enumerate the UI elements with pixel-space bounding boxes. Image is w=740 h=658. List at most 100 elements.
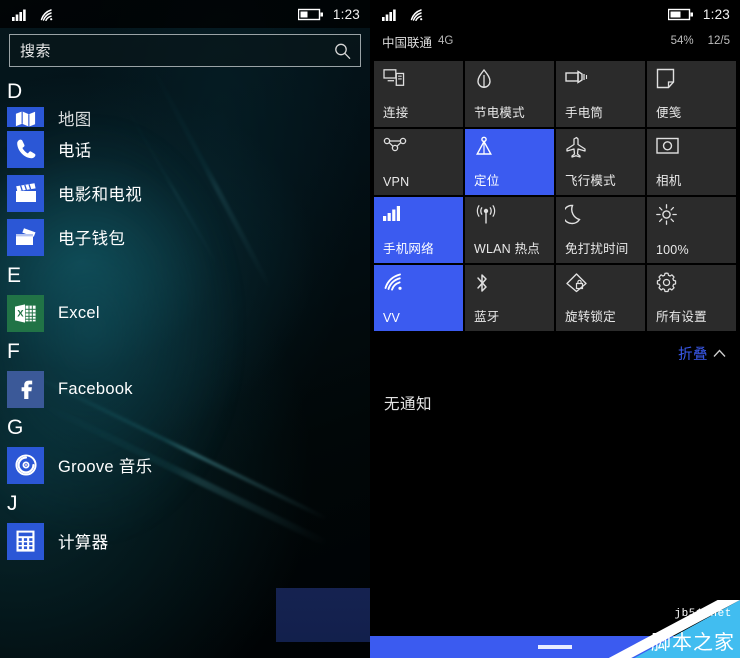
list-item[interactable]: Groove 音乐 [0, 443, 370, 487]
date-text: 12/5 [707, 35, 730, 47]
groove-music-icon [7, 446, 44, 484]
quick-action-wlan-hotspot[interactable]: WLAN 热点 [465, 197, 554, 263]
quick-action-all-settings[interactable]: 所有设置 [647, 265, 736, 331]
vpn-icon [383, 136, 455, 162]
group-letter-f[interactable]: F [0, 335, 370, 367]
excel-icon: X [7, 294, 44, 332]
list-item[interactable]: 计算器 [0, 519, 370, 563]
list-item-label: 电话 [58, 142, 92, 161]
list-item-label: 电子钱包 [58, 230, 126, 249]
chevron-up-icon [713, 349, 726, 358]
facebook-icon [7, 370, 44, 408]
search-placeholder-text: 搜索 [20, 43, 52, 60]
quick-action-label: 旋转锁定 [565, 310, 616, 324]
battery-icon [667, 8, 694, 21]
battery-icon [297, 8, 324, 21]
wallet-icon [7, 218, 44, 256]
list-item[interactable]: 电子钱包 [0, 215, 370, 259]
list-item[interactable]: 电影和电视 [0, 171, 370, 215]
status-bar-time: 1:23 [702, 6, 730, 22]
wifi-icon [409, 8, 426, 21]
cellular-signal-icon [382, 8, 400, 21]
movies-tv-icon [7, 174, 44, 212]
quick-action-note[interactable]: 便笺 [647, 61, 736, 127]
quick-action-label: 便笺 [656, 106, 682, 120]
quick-action-airplane-mode[interactable]: 飞行模式 [556, 129, 645, 195]
status-bar-time: 1:23 [332, 6, 360, 22]
search-icon[interactable] [334, 42, 351, 59]
location-icon [474, 136, 546, 162]
overlay-panel-fragment [276, 588, 370, 642]
collapse-button[interactable]: 折叠 [370, 331, 740, 370]
airplane-icon [565, 136, 637, 162]
quick-action-flashlight[interactable]: 手电筒 [556, 61, 645, 127]
quiet-hours-moon-icon [565, 204, 637, 230]
svg-text:X: X [17, 308, 24, 319]
group-letter-j[interactable]: J [0, 487, 370, 519]
flashlight-icon [565, 68, 637, 94]
quick-action-battery-saver[interactable]: 节电模式 [465, 61, 554, 127]
quick-action-label: 蓝牙 [474, 310, 500, 324]
quick-action-camera[interactable]: 相机 [647, 129, 736, 195]
list-item[interactable]: X Excel [0, 291, 370, 335]
list-item[interactable]: 电话 [0, 127, 370, 171]
collapse-label: 折叠 [678, 347, 708, 363]
app-list[interactable]: D 地图 电话 电影和电视 电子钱包 E X Excel F Facebook … [0, 75, 370, 563]
camera-icon [656, 136, 728, 162]
start-screen-app-list-panel: 1:23 搜索 D 地图 电话 电影和电视 电子钱包 E X Excel F F… [0, 0, 370, 658]
quick-action-wifi[interactable]: VV [374, 265, 463, 331]
quick-action-label: 连接 [383, 106, 409, 120]
notifications-area: 无通知 [370, 370, 740, 414]
group-letter-g[interactable]: G [0, 411, 370, 443]
quick-action-label: 手机网络 [383, 242, 434, 256]
carrier-name: 中国联通 [382, 35, 433, 50]
group-letter-e[interactable]: E [0, 259, 370, 291]
quick-action-label: 相机 [656, 174, 682, 188]
quick-action-label: 免打扰时间 [565, 242, 629, 256]
list-item-label: 计算器 [58, 534, 109, 553]
bluetooth-icon [474, 272, 546, 298]
hotspot-icon [474, 204, 546, 230]
quick-action-quiet-hours[interactable]: 免打扰时间 [556, 197, 645, 263]
list-item-label: Facebook [58, 379, 133, 398]
phone-screenshot-composite: 1:23 搜索 D 地图 电话 电影和电视 电子钱包 E X Excel F F… [0, 0, 740, 658]
nav-handle-icon[interactable] [538, 645, 572, 649]
no-notifications-text: 无通知 [384, 396, 433, 413]
quick-action-label: 节电模式 [474, 106, 525, 120]
cellular-signal-icon [12, 8, 30, 21]
note-icon [656, 68, 728, 94]
quick-action-label: 定位 [474, 174, 500, 188]
quick-actions-grid: 连接 节电模式 手电筒 便笺 VPN 定位 飞行模式 相机 手机网络 WLAN … [370, 54, 740, 331]
quick-action-rotation-lock[interactable]: 旋转锁定 [556, 265, 645, 331]
list-item[interactable]: 地图 [0, 107, 370, 128]
rotation-lock-icon [565, 272, 637, 298]
wifi-icon [39, 8, 56, 21]
group-letter-d[interactable]: D [0, 75, 370, 107]
list-item-label: 电影和电视 [58, 186, 142, 205]
list-item-label: 地图 [58, 111, 92, 128]
wifi-icon [383, 272, 455, 298]
quick-action-brightness[interactable]: 100% [647, 197, 736, 263]
calculator-icon [7, 522, 44, 560]
quick-action-label: 100% [656, 243, 689, 257]
right-status-bar: 1:23 [370, 0, 740, 28]
list-item-label: Groove 音乐 [58, 458, 153, 477]
carrier-info-row: 中国联通 4G 54% 12/5 [370, 28, 740, 54]
quick-action-label: 飞行模式 [565, 174, 616, 188]
quick-action-location[interactable]: 定位 [465, 129, 554, 195]
quick-action-label: VV [383, 311, 401, 325]
quick-action-bluetooth[interactable]: 蓝牙 [465, 265, 554, 331]
battery-saver-icon [474, 68, 546, 94]
action-center-panel: 1:23 中国联通 4G 54% 12/5 连接 节电模式 手电筒 便笺 VPN… [370, 0, 740, 658]
search-input[interactable]: 搜索 [9, 34, 361, 67]
battery-percent: 54% [670, 35, 694, 47]
network-type: 4G [438, 35, 454, 47]
connect-icon [383, 68, 455, 94]
navigation-bar[interactable] [370, 636, 740, 658]
list-item[interactable]: Facebook [0, 367, 370, 411]
quick-action-mobile-network[interactable]: 手机网络 [374, 197, 463, 263]
quick-action-label: 手电筒 [565, 106, 604, 120]
search-container: 搜索 [0, 28, 370, 75]
quick-action-vpn[interactable]: VPN [374, 129, 463, 195]
quick-action-connect[interactable]: 连接 [374, 61, 463, 127]
